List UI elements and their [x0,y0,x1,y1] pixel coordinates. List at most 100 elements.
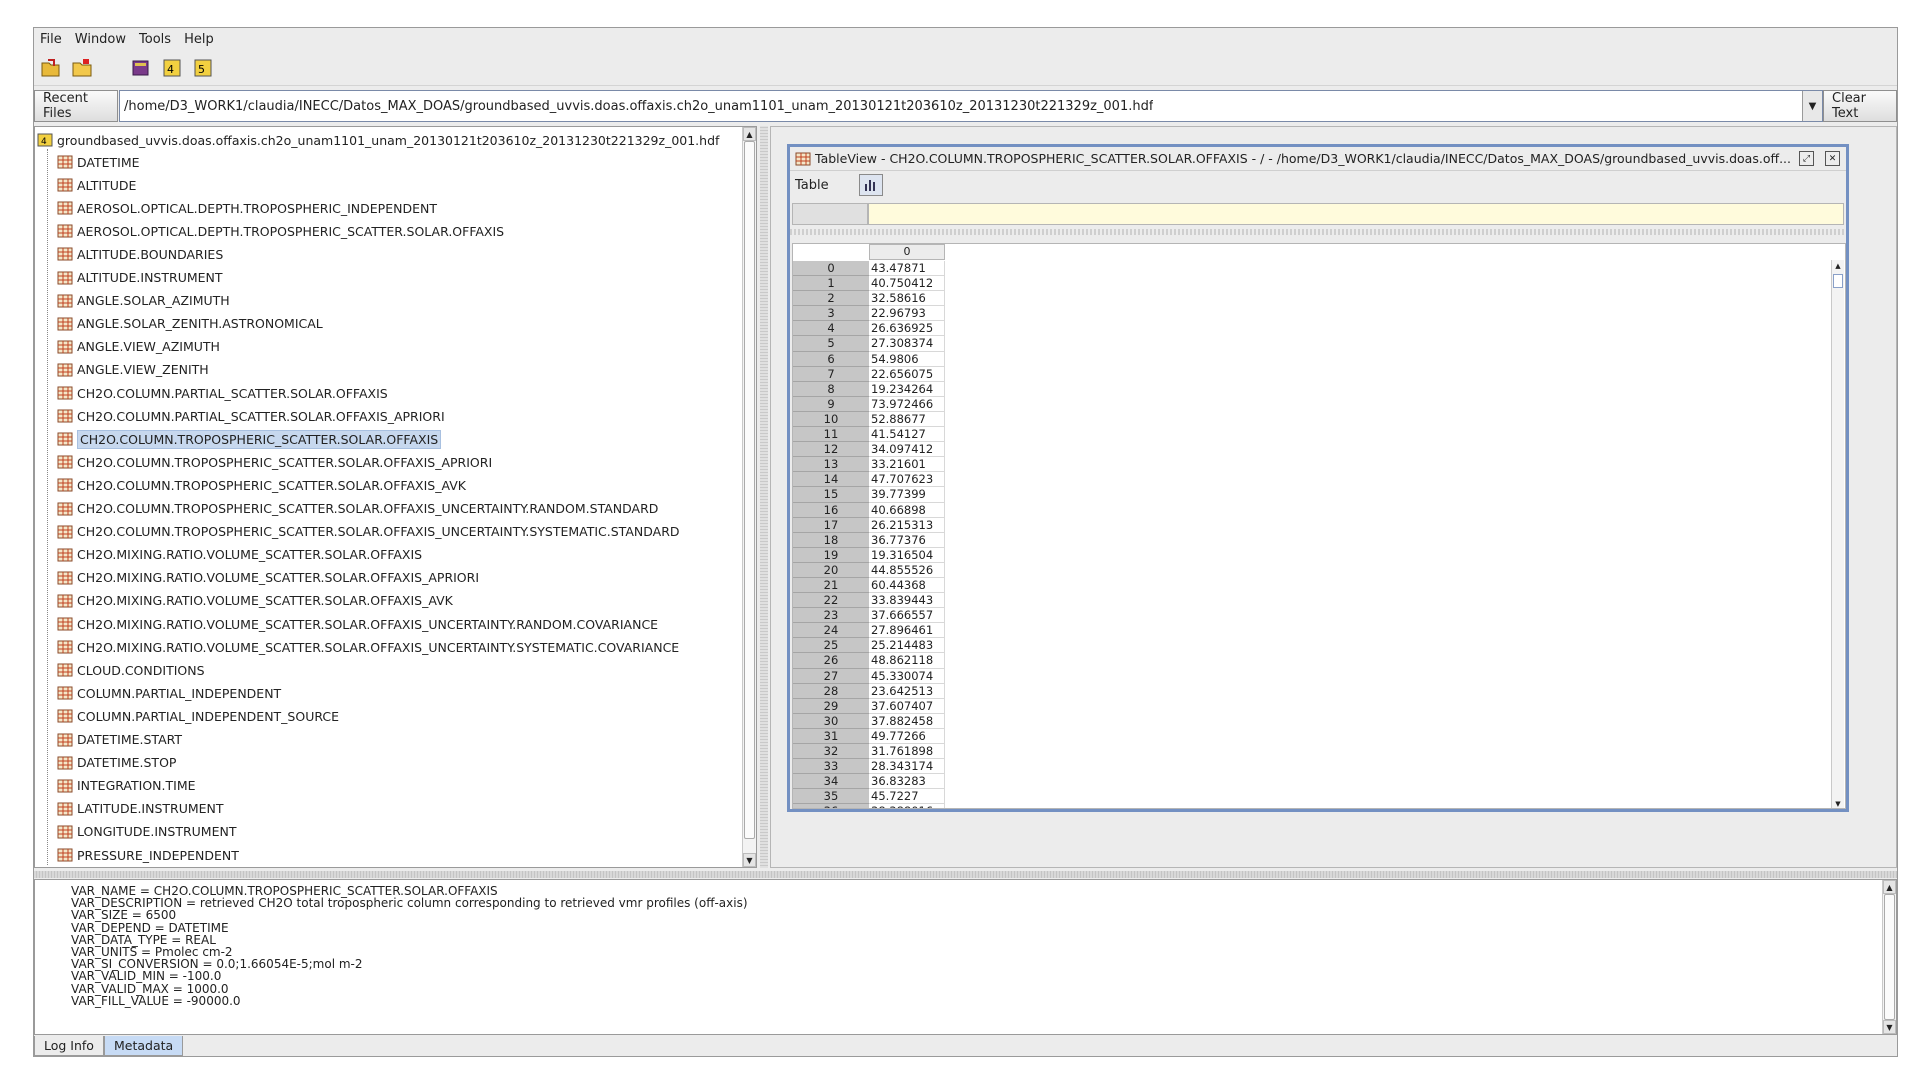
row-header[interactable]: 32 [793,744,869,760]
row-header[interactable]: 22 [793,593,869,609]
tree-item[interactable]: CH2O.MIXING.RATIO.VOLUME_SCATTER.SOLAR.O… [57,636,679,658]
row-header[interactable]: 6 [793,351,869,367]
row-header[interactable]: 31 [793,728,869,744]
table-cell[interactable]: 25.214483 [869,638,945,654]
table-cell[interactable]: 19.234264 [869,381,945,397]
tree-item[interactable]: PRESSURE_INDEPENDENT [57,844,239,866]
table-cell[interactable]: 27.308374 [869,336,945,352]
tree-root[interactable]: 4 groundbased_uvvis.doas.offaxis.ch2o_un… [37,129,719,151]
tree-item[interactable]: ANGLE.SOLAR_AZIMUTH [57,290,230,312]
table-cell[interactable]: 22.656075 [869,366,945,382]
row-header[interactable]: 33 [793,759,869,775]
table-cell[interactable]: 52.88677 [869,411,945,428]
row-header[interactable]: 35 [793,789,869,805]
tree-item[interactable]: CH2O.COLUMN.PARTIAL_SCATTER.SOLAR.OFFAXI… [57,382,388,404]
tree-item[interactable]: ALTITUDE.BOUNDARIES [57,243,223,265]
row-header[interactable]: 4 [793,321,869,337]
menu-help[interactable]: Help [184,32,214,47]
tree-item[interactable]: CLOUD.CONDITIONS [57,659,205,681]
table-cell[interactable]: 37.607407 [869,698,945,714]
file-path-combobox[interactable]: /home/D3_WORK1/claudia/INECC/Datos_MAX_D… [119,90,1823,122]
tree-item[interactable]: CH2O.COLUMN.TROPOSPHERIC_SCATTER.SOLAR.O… [57,474,466,496]
table-cell[interactable]: 44.855526 [869,562,945,578]
row-header[interactable]: 8 [793,381,869,397]
row-header[interactable]: 20 [793,562,869,578]
horizontal-splitter[interactable] [34,871,1897,878]
table-cell[interactable]: 34.097412 [869,442,945,458]
table-cell[interactable]: 36.77376 [869,532,945,548]
table-cell[interactable]: 47.707623 [869,472,945,488]
vertical-splitter[interactable] [760,126,768,868]
row-header[interactable]: 1 [793,276,869,292]
table-cell[interactable]: 23.642513 [869,683,945,699]
table-cell[interactable]: 43.47871 [869,261,945,277]
table-cell[interactable]: 60.44368 [869,577,945,594]
table-cell[interactable]: 40.66898 [869,502,945,518]
row-header[interactable]: 12 [793,442,869,458]
table-cell[interactable]: 41.54127 [869,427,945,443]
tree-item[interactable]: AEROSOL.OPTICAL.DEPTH.TROPOSPHERIC_SCATT… [57,220,504,242]
scroll-up-icon[interactable]: ▲ [1883,880,1896,894]
tree-item[interactable]: COLUMN.PARTIAL_INDEPENDENT [57,682,281,704]
row-header[interactable]: 30 [793,713,869,729]
table-cell[interactable]: 54.9806 [869,351,945,367]
row-header[interactable]: 28 [793,683,869,699]
row-header[interactable]: 34 [793,774,869,790]
menu-tools[interactable]: Tools [139,32,171,47]
table-cell[interactable]: 49.77266 [869,728,945,744]
table-cell[interactable]: 33.21601 [869,457,945,473]
table-cell[interactable]: 27.896461 [869,623,945,639]
row-header[interactable]: 14 [793,472,869,488]
scroll-down-icon[interactable]: ▼ [743,853,756,867]
row-header[interactable]: 7 [793,366,869,382]
tree-item[interactable]: INTEGRATION.TIME [57,775,196,797]
table-cell[interactable]: 45.330074 [869,668,945,684]
tree-item[interactable]: ANGLE.SOLAR_ZENITH.ASTRONOMICAL [57,313,323,335]
maximize-icon[interactable]: ⤢ [1799,151,1814,166]
table-cell[interactable]: 22.96793 [869,306,945,322]
row-header[interactable]: 19 [793,547,869,563]
row-header[interactable]: 0 [793,261,869,277]
table-cell[interactable]: 39.77399 [869,487,945,503]
tree-item[interactable]: ANGLE.VIEW_ZENITH [57,359,209,381]
tree-item[interactable]: CH2O.COLUMN.PARTIAL_SCATTER.SOLAR.OFFAXI… [57,405,445,427]
row-header[interactable]: 36 [793,804,869,808]
row-header[interactable]: 11 [793,427,869,443]
tree-scrollbar[interactable]: ▲ ▼ [742,127,756,867]
tree-item[interactable]: CH2O.COLUMN.TROPOSPHERIC_SCATTER.SOLAR.O… [57,521,680,543]
tree-item[interactable]: CH2O.MIXING.RATIO.VOLUME_SCATTER.SOLAR.O… [57,544,422,566]
row-header[interactable]: 16 [793,502,869,518]
table-cell[interactable]: 73.972466 [869,396,945,412]
tree-item[interactable]: CH2O.MIXING.RATIO.VOLUME_SCATTER.SOLAR.O… [57,567,479,589]
tree-item[interactable]: DATETIME.STOP [57,752,176,774]
table-cell[interactable]: 33.839443 [869,593,945,609]
scroll-up-icon[interactable]: ▲ [743,127,756,141]
table-cell[interactable]: 45.7227 [869,789,945,805]
menu-window[interactable]: Window [75,32,126,47]
tree-item[interactable]: CH2O.MIXING.RATIO.VOLUME_SCATTER.SOLAR.O… [57,590,453,612]
row-header[interactable]: 10 [793,411,869,428]
table-cell[interactable]: 28.343174 [869,759,945,775]
chevron-down-icon[interactable]: ▼ [1802,91,1822,121]
tree-item[interactable]: DATETIME [57,151,140,173]
tree-item[interactable]: LONGITUDE.INSTRUMENT [57,821,236,843]
hdf4-help-button[interactable]: 4 [158,54,186,82]
tree-item[interactable]: AEROSOL.OPTICAL.DEPTH.TROPOSPHERIC_INDEP… [57,197,437,219]
table-cell[interactable]: 36.83283 [869,774,945,790]
tree-item[interactable]: LATITUDE.INSTRUMENT [57,798,224,820]
chart-button[interactable] [858,174,883,196]
row-header[interactable]: 27 [793,668,869,684]
row-header[interactable]: 15 [793,487,869,503]
row-header[interactable]: 26 [793,653,869,669]
scroll-thumb[interactable] [1884,894,1895,1020]
hdf5-help-button[interactable]: 5 [189,54,217,82]
users-guide-button[interactable] [127,54,155,82]
tree-item[interactable]: CH2O.COLUMN.TROPOSPHERIC_SCATTER.SOLAR.O… [57,428,442,450]
tree-item[interactable]: COLUMN.PARTIAL_INDEPENDENT_SOURCE [57,705,339,727]
row-header[interactable]: 18 [793,532,869,548]
row-header[interactable]: 17 [793,517,869,533]
table-cell[interactable]: 40.750412 [869,276,945,292]
row-header[interactable]: 5 [793,336,869,352]
tree-item[interactable]: ANGLE.VIEW_AZIMUTH [57,336,220,358]
table-cell[interactable]: 19.316504 [869,547,945,563]
